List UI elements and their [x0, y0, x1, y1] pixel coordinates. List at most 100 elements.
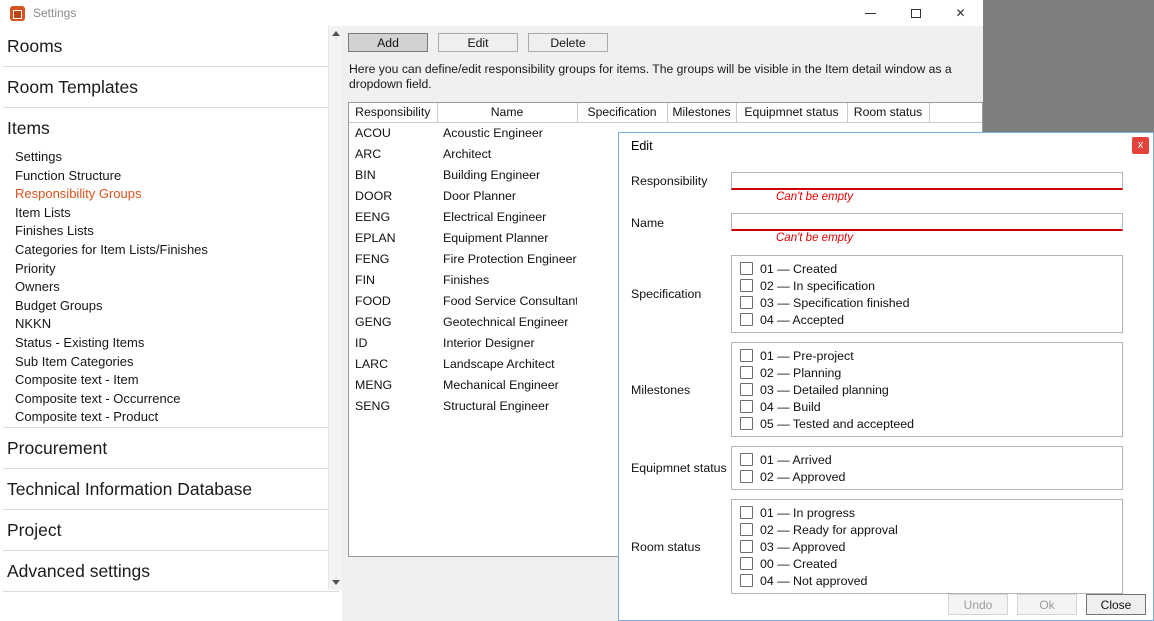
cell-name: Mechanical Engineer	[437, 374, 577, 395]
checkbox-icon[interactable]	[740, 453, 753, 466]
cell-responsibility: ACOU	[349, 122, 437, 143]
column-header-specification[interactable]: Specification	[577, 103, 667, 122]
checkbox-icon[interactable]	[740, 313, 753, 326]
name-input[interactable]	[731, 213, 1123, 231]
checkbox-option[interactable]: 01 — Created	[740, 260, 1122, 277]
sidebar-item-procurement[interactable]: Procurement	[0, 428, 342, 468]
checkbox-icon[interactable]	[740, 540, 753, 553]
checkbox-option[interactable]: 03 — Specification finished	[740, 294, 1122, 311]
checkbox-icon[interactable]	[740, 523, 753, 536]
cell-name: Architect	[437, 143, 577, 164]
column-header-responsibility[interactable]: Responsibility	[349, 103, 437, 122]
sidebar-item-items[interactable]: Items	[0, 108, 342, 148]
window-close-button[interactable]: ✕	[938, 0, 983, 26]
cell-responsibility: ARC	[349, 143, 437, 164]
checkbox-icon[interactable]	[740, 383, 753, 396]
cell-name: Interior Designer	[437, 332, 577, 353]
sidebar-item-project[interactable]: Project	[0, 510, 342, 550]
column-header-equipment-status[interactable]: Equipmnet status	[736, 103, 847, 122]
checkbox-icon[interactable]	[740, 366, 753, 379]
sidebar-item-rooms[interactable]: Rooms	[0, 26, 342, 66]
checkbox-option[interactable]: 01 — Arrived	[740, 451, 1122, 468]
checkbox-icon[interactable]	[740, 417, 753, 430]
checkbox-option[interactable]: 02 — In specification	[740, 277, 1122, 294]
sidebar-item-room-templates[interactable]: Room Templates	[0, 67, 342, 107]
responsibility-input[interactable]	[731, 172, 1123, 190]
checkbox-icon[interactable]	[740, 279, 753, 292]
checkbox-icon[interactable]	[740, 296, 753, 309]
room-status-label: Room status	[619, 540, 731, 554]
minimize-button[interactable]	[848, 0, 893, 26]
sidebar-item-advanced-settings[interactable]: Advanced settings	[0, 551, 342, 591]
checkbox-icon[interactable]	[740, 506, 753, 519]
close-button[interactable]: Close	[1086, 594, 1146, 615]
cell-name: Fire Protection Engineer	[437, 248, 577, 269]
sidebar-subitem-finishes-lists[interactable]: Finishes Lists	[0, 222, 342, 241]
sidebar-subitem-nkkn[interactable]: NKKN	[0, 315, 342, 334]
maximize-button[interactable]	[893, 0, 938, 26]
sidebar-subitem-owners[interactable]: Owners	[0, 278, 342, 297]
sidebar-subitem-responsibility-groups[interactable]: Responsibility Groups	[0, 185, 342, 204]
checkbox-option[interactable]: 01 — In progress	[740, 504, 1122, 521]
sidebar-subitem-priority[interactable]: Priority	[0, 260, 342, 279]
column-header-room-status[interactable]: Room status	[847, 103, 929, 122]
checkbox-option[interactable]: 03 — Approved	[740, 538, 1122, 555]
sidebar-subitem-settings[interactable]: Settings	[0, 148, 342, 167]
sidebar-subitem-budget-groups[interactable]: Budget Groups	[0, 297, 342, 316]
sidebar-subitem-categories-for-item-lists-finishes[interactable]: Categories for Item Lists/Finishes	[0, 241, 342, 260]
ok-button[interactable]: Ok	[1017, 594, 1077, 615]
column-header-name[interactable]: Name	[437, 103, 577, 122]
edit-button[interactable]: Edit	[438, 33, 518, 52]
cell-responsibility: EENG	[349, 206, 437, 227]
checkbox-icon[interactable]	[740, 400, 753, 413]
sidebar-subitem-sub-item-categories[interactable]: Sub Item Categories	[0, 353, 342, 372]
undo-button[interactable]: Undo	[948, 594, 1008, 615]
sidebar-subitem-composite-text-product[interactable]: Composite text - Product	[0, 408, 342, 427]
checkbox-icon[interactable]	[740, 574, 753, 587]
checkbox-icon[interactable]	[740, 470, 753, 483]
checkbox-option[interactable]: 03 — Detailed planning	[740, 381, 1122, 398]
table-header-row: Responsibility Name Specification Milest…	[349, 103, 982, 122]
sidebar: Rooms Room Templates Items Settings Func…	[0, 26, 342, 621]
sidebar-subitem-composite-text-item[interactable]: Composite text - Item	[0, 371, 342, 390]
cell-responsibility: FOOD	[349, 290, 437, 311]
checkbox-icon[interactable]	[740, 349, 753, 362]
scroll-down-icon[interactable]	[332, 580, 340, 585]
add-button[interactable]: Add	[348, 33, 428, 52]
checkbox-option[interactable]: 02 — Ready for approval	[740, 521, 1122, 538]
checkbox-option[interactable]: 01 — Pre-project	[740, 347, 1122, 364]
scroll-up-icon[interactable]	[332, 31, 340, 36]
equipment-status-label: Equipmnet status	[619, 461, 731, 475]
cell-name: Food Service Consultant	[437, 290, 577, 311]
milestones-label: Milestones	[619, 383, 731, 397]
checkbox-icon[interactable]	[740, 262, 753, 275]
dialog-titlebar[interactable]: Edit x	[619, 133, 1153, 159]
name-error-text: Can't be empty	[776, 232, 1123, 245]
checkbox-option[interactable]: 04 — Accepted	[740, 311, 1122, 328]
minimize-icon	[865, 13, 876, 14]
cell-responsibility: FENG	[349, 248, 437, 269]
window-title: Settings	[33, 6, 76, 20]
column-header-milestones[interactable]: Milestones	[667, 103, 736, 122]
checkbox-option[interactable]: 05 — Tested and accepteed	[740, 415, 1122, 432]
checkbox-icon[interactable]	[740, 557, 753, 570]
responsibility-field-row: Responsibility Can't be empty	[619, 171, 1153, 204]
sidebar-subitem-status-existing-items[interactable]: Status - Existing Items	[0, 334, 342, 353]
delete-button[interactable]: Delete	[528, 33, 608, 52]
sidebar-subitem-composite-text-occurrence[interactable]: Composite text - Occurrence	[0, 390, 342, 409]
cell-responsibility: FIN	[349, 269, 437, 290]
sidebar-subitem-function-structure[interactable]: Function Structure	[0, 167, 342, 186]
sidebar-scrollbar[interactable]	[328, 26, 342, 590]
cell-responsibility: ID	[349, 332, 437, 353]
checkbox-option[interactable]: 02 — Planning	[740, 364, 1122, 381]
checkbox-option[interactable]: 04 — Not approved	[740, 572, 1122, 589]
sidebar-subitem-item-lists[interactable]: Item Lists	[0, 204, 342, 223]
description-line-1: Here you can define/edit responsibility …	[349, 62, 952, 77]
checkbox-option[interactable]: 04 — Build	[740, 398, 1122, 415]
cell-name: Structural Engineer	[437, 395, 577, 416]
window-titlebar[interactable]: Settings ✕	[0, 0, 983, 26]
checkbox-option[interactable]: 02 — Approved	[740, 468, 1122, 485]
checkbox-option[interactable]: 00 — Created	[740, 555, 1122, 572]
sidebar-item-technical-information-database[interactable]: Technical Information Database	[0, 469, 342, 509]
dialog-close-button[interactable]: x	[1132, 137, 1149, 154]
